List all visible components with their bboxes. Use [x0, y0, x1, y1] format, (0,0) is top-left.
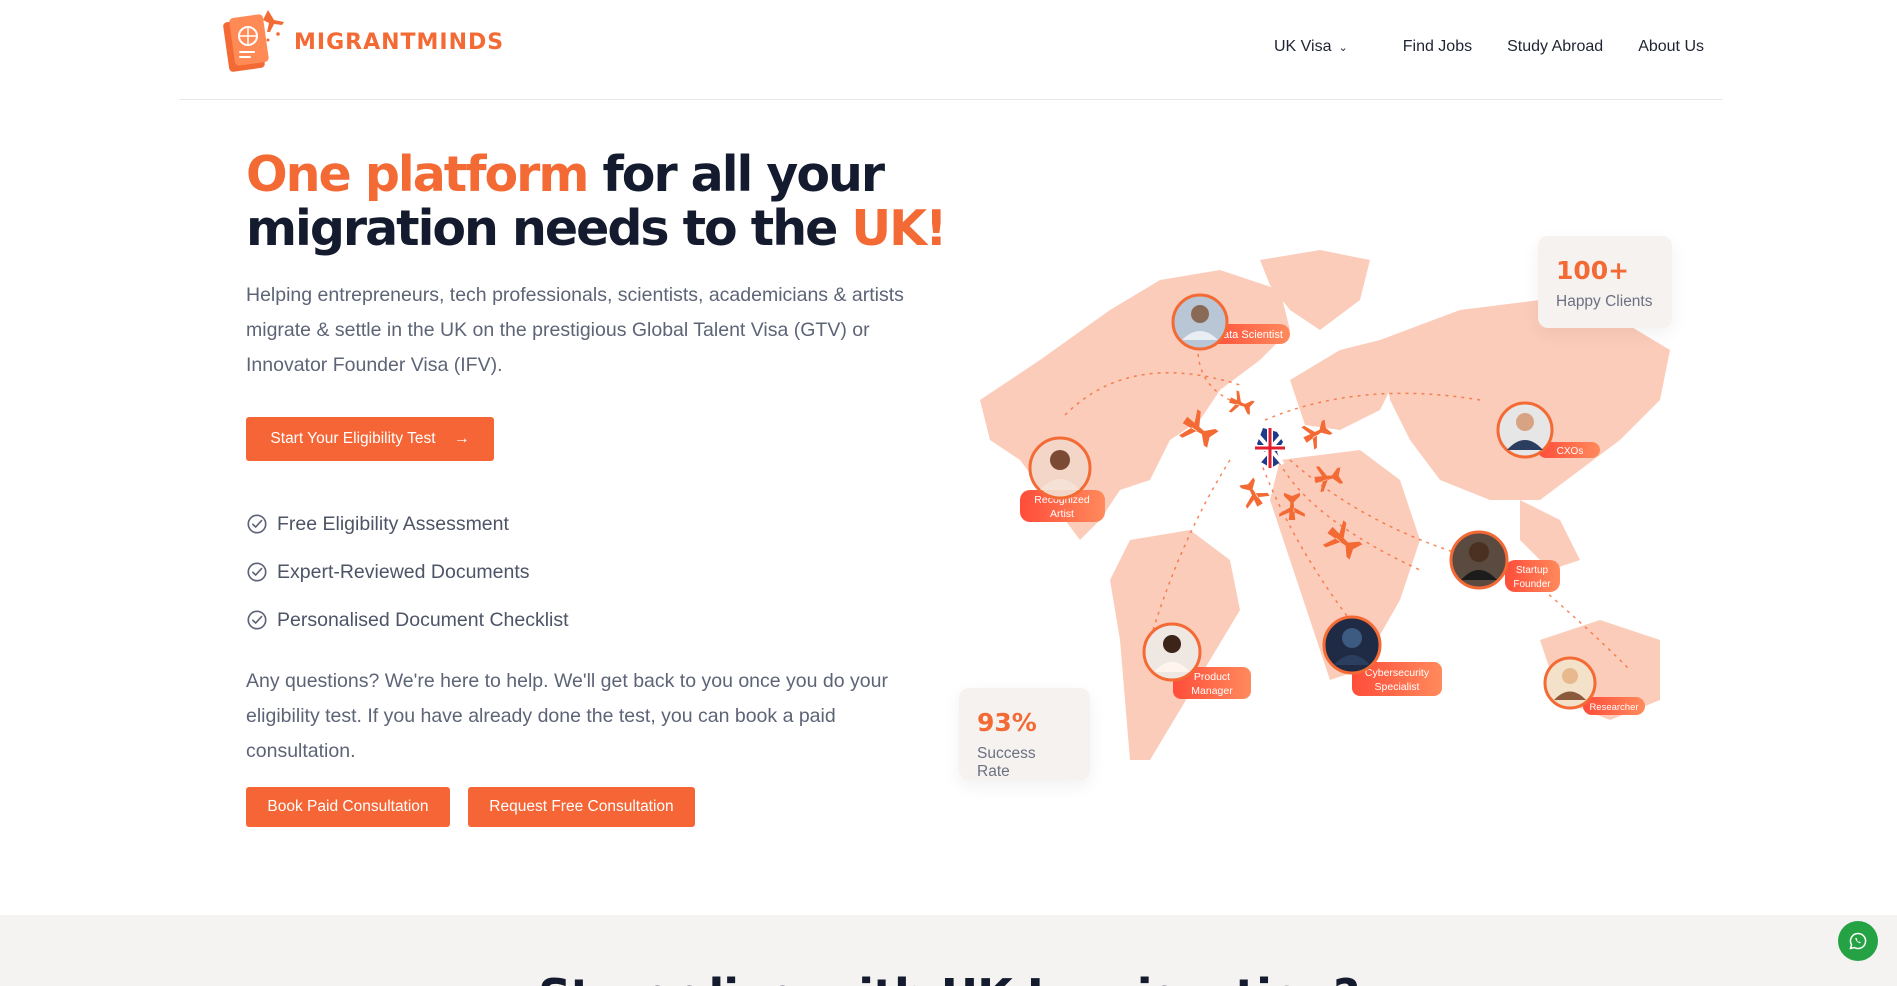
feature-item: Free Eligibility Assessment	[246, 500, 569, 548]
book-paid-consultation-button[interactable]: Book Paid Consultation	[246, 787, 450, 827]
check-circle-icon	[247, 610, 267, 630]
svg-text:Manager: Manager	[1191, 685, 1233, 697]
nav-study-abroad[interactable]: Study Abroad	[1507, 38, 1603, 56]
check-circle-icon	[247, 562, 267, 582]
brand-logo[interactable]: MIGRANTMINDS	[220, 6, 504, 78]
nav-about-us[interactable]: About Us	[1638, 38, 1704, 56]
feature-list: Free Eligibility Assessment Expert-Revie…	[246, 500, 569, 644]
happy-clients-value: 100+	[1556, 256, 1630, 285]
success-rate-value: 93%	[977, 708, 1037, 737]
feature-item: Personalised Document Checklist	[246, 596, 569, 644]
main-nav: UK Visa ⌄ Find Jobs Study Abroad About U…	[1239, 38, 1704, 56]
whatsapp-button[interactable]	[1838, 921, 1878, 961]
svg-text:CXOs: CXOs	[1557, 446, 1584, 457]
hero-title-uk: UK!	[851, 200, 947, 257]
southeast-asia	[1520, 500, 1580, 570]
uk-flag-icon	[1255, 428, 1285, 468]
asia	[1380, 300, 1670, 500]
brand-name: MIGRANTMINDS	[294, 29, 505, 55]
happy-clients-label: Happy Clients	[1556, 293, 1653, 310]
site-header: MIGRANTMINDS UK Visa ⌄ Find Jobs Study A…	[180, 0, 1722, 100]
check-circle-icon	[247, 514, 267, 534]
help-text: Any questions? We're here to help. We'll…	[246, 670, 888, 762]
feature-item: Expert-Reviewed Documents	[246, 548, 569, 596]
svg-text:Product: Product	[1194, 671, 1230, 683]
happy-clients-card: 100+ Happy Clients	[1538, 236, 1672, 328]
svg-text:Researcher: Researcher	[1589, 702, 1638, 713]
svg-text:Startup: Startup	[1516, 565, 1549, 576]
hero-subtitle: Helping entrepreneurs, tech professional…	[246, 284, 904, 376]
feature-label: Personalised Document Checklist	[277, 608, 569, 631]
feature-label: Expert-Reviewed Documents	[277, 560, 530, 583]
eligibility-test-button[interactable]: Start Your Eligibility Test →	[246, 417, 494, 461]
request-free-consultation-button[interactable]: Request Free Consultation	[468, 787, 695, 827]
svg-text:Specialist: Specialist	[1375, 681, 1420, 693]
hero-title-accent: One platform	[246, 146, 589, 203]
svg-text:Artist: Artist	[1050, 508, 1074, 520]
passport-logo-icon	[223, 10, 284, 72]
whatsapp-icon	[1849, 932, 1867, 950]
success-rate-card: 93% Success Rate	[959, 688, 1090, 780]
eligibility-test-label: Start Your Eligibility Test	[270, 430, 436, 447]
svg-text:Cybersecurity: Cybersecurity	[1365, 667, 1430, 679]
success-rate-label: Success Rate	[977, 745, 1036, 780]
chevron-down-icon: ⌄	[1338, 41, 1348, 54]
nav-uk-visa[interactable]: UK Visa ⌄	[1274, 38, 1368, 56]
svg-text:Founder: Founder	[1513, 579, 1551, 590]
arrow-right-icon: →	[453, 430, 470, 447]
nav-find-jobs[interactable]: Find Jobs	[1403, 38, 1472, 56]
next-section: Struggling with UK Immigration?	[0, 915, 1897, 986]
nav-uk-visa-label: UK Visa	[1274, 38, 1332, 55]
next-section-title: Struggling with UK Immigration?	[0, 969, 1897, 986]
feature-label: Free Eligibility Assessment	[277, 512, 509, 535]
hero-title: One platform for all your migration need…	[246, 146, 948, 257]
